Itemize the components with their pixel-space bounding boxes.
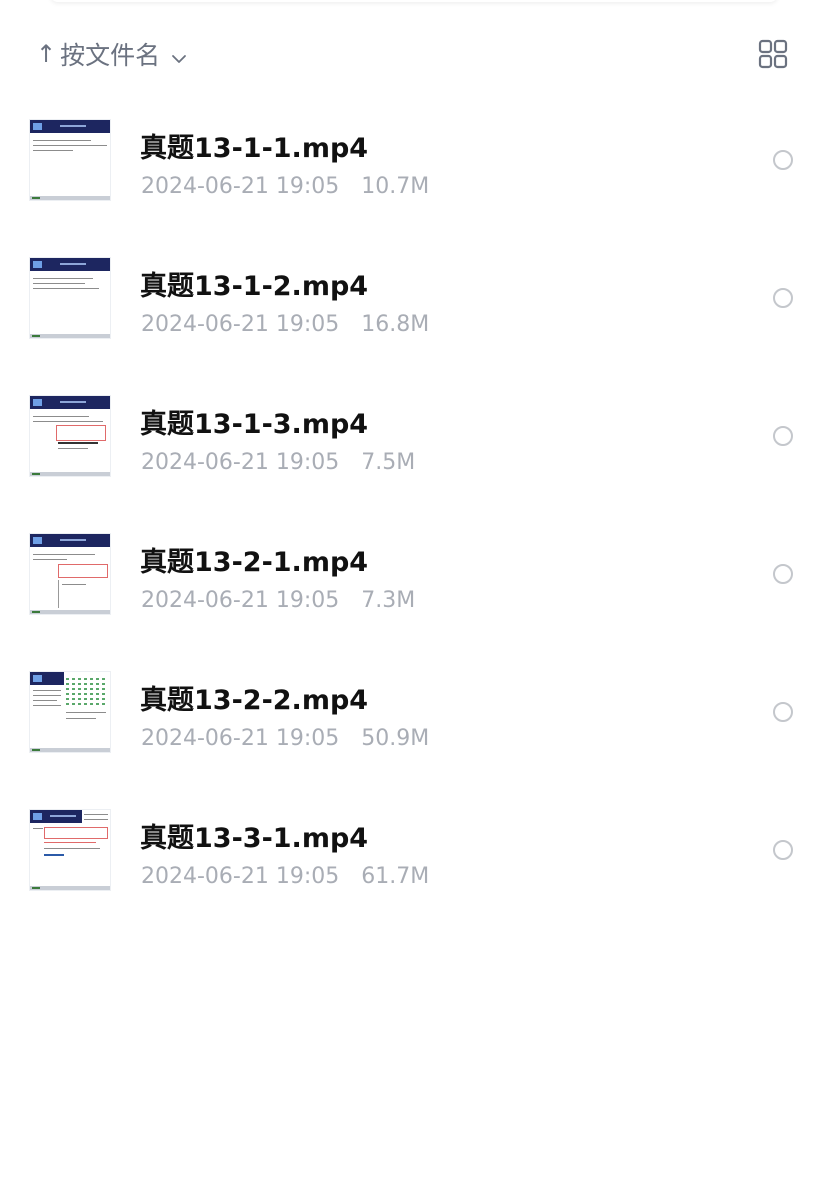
file-meta: 2024-06-21 19:05 16.8M — [141, 312, 429, 337]
file-meta: 2024-06-21 19:05 61.7M — [141, 864, 429, 889]
select-radio[interactable] — [773, 840, 793, 860]
file-date: 2024-06-21 19:05 — [141, 864, 340, 889]
file-row[interactable]: 真题13-1-3.mp4 2024-06-21 19:05 7.5M — [0, 384, 828, 522]
file-row[interactable]: 真题13-1-1.mp4 2024-06-21 19:05 10.7M — [0, 108, 828, 246]
chevron-down-icon — [170, 45, 188, 63]
file-name: 真题13-2-1.mp4 — [140, 547, 369, 578]
sort-by-filename-button[interactable]: ↑ 按文件名 — [36, 34, 188, 74]
file-date: 2024-06-21 19:05 — [141, 450, 340, 475]
file-meta: 2024-06-21 19:05 7.3M — [141, 588, 415, 613]
file-row[interactable]: 真题13-1-2.mp4 2024-06-21 19:05 16.8M — [0, 246, 828, 384]
video-thumbnail — [30, 672, 110, 752]
grid-view-icon[interactable] — [758, 39, 788, 69]
file-name: 真题13-3-1.mp4 — [140, 823, 369, 854]
file-size: 61.7M — [361, 864, 430, 889]
file-meta: 2024-06-21 19:05 7.5M — [141, 450, 415, 475]
video-thumbnail — [30, 396, 110, 476]
file-date: 2024-06-21 19:05 — [141, 588, 340, 613]
file-size: 50.9M — [361, 726, 430, 751]
select-radio[interactable] — [773, 288, 793, 308]
video-thumbnail — [30, 534, 110, 614]
select-radio[interactable] — [773, 702, 793, 722]
video-thumbnail — [30, 810, 110, 890]
file-list: 真题13-1-1.mp4 2024-06-21 19:05 10.7M 真题13-… — [0, 108, 828, 936]
video-thumbnail — [30, 120, 110, 200]
select-radio[interactable] — [773, 426, 793, 446]
file-date: 2024-06-21 19:05 — [141, 312, 340, 337]
file-size: 7.5M — [361, 450, 416, 475]
top-card-edge — [50, 0, 778, 2]
select-radio[interactable] — [773, 150, 793, 170]
file-name: 真题13-1-3.mp4 — [140, 409, 369, 440]
file-row[interactable]: 真题13-2-1.mp4 2024-06-21 19:05 7.3M — [0, 522, 828, 660]
select-radio[interactable] — [773, 564, 793, 584]
file-row[interactable]: 真题13-2-2.mp4 2024-06-21 19:05 50.9M — [0, 660, 828, 798]
file-size: 10.7M — [361, 174, 430, 199]
file-name: 真题13-1-2.mp4 — [140, 271, 369, 302]
file-size: 16.8M — [361, 312, 430, 337]
file-name: 真题13-2-2.mp4 — [140, 685, 369, 716]
sort-direction-arrow-icon: ↑ — [36, 40, 57, 68]
file-meta: 2024-06-21 19:05 10.7M — [141, 174, 429, 199]
file-row[interactable]: 真题13-3-1.mp4 2024-06-21 19:05 61.7M — [0, 798, 828, 936]
file-name: 真题13-1-1.mp4 — [140, 133, 369, 164]
video-thumbnail — [30, 258, 110, 338]
file-meta: 2024-06-21 19:05 50.9M — [141, 726, 429, 751]
file-date: 2024-06-21 19:05 — [141, 726, 340, 751]
file-date: 2024-06-21 19:05 — [141, 174, 340, 199]
sort-label: 按文件名 — [60, 41, 161, 70]
file-size: 7.3M — [361, 588, 416, 613]
